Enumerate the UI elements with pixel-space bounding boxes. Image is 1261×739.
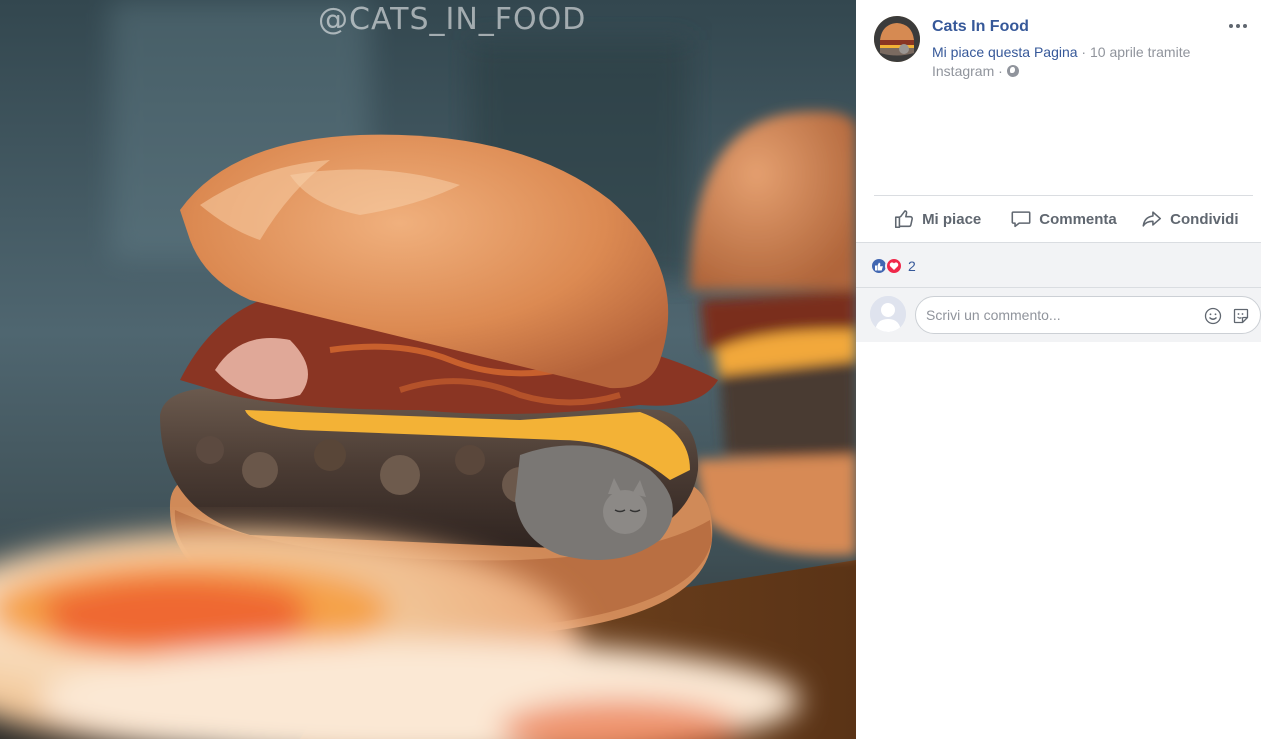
default-user-icon bbox=[870, 296, 906, 332]
meta-separator: · bbox=[994, 63, 1007, 79]
meta-separator: · bbox=[1077, 44, 1090, 60]
user-avatar bbox=[870, 296, 906, 332]
globe-icon[interactable] bbox=[1006, 65, 1019, 77]
comment-composer[interactable] bbox=[915, 296, 1261, 334]
reactions-and-comments: 2 bbox=[856, 242, 1261, 342]
page-avatar[interactable] bbox=[874, 16, 920, 62]
share-button-label: Condividi bbox=[1170, 210, 1239, 228]
ellipsis-icon[interactable] bbox=[1227, 16, 1249, 36]
photo-watermark: @CATS_IN_FOOD bbox=[318, 2, 587, 37]
comment-button-label: Commenta bbox=[1039, 210, 1117, 228]
thumbs-up-icon bbox=[895, 210, 914, 229]
post-date[interactable]: 10 aprile tramite bbox=[1090, 44, 1190, 60]
emoji-icon[interactable] bbox=[1204, 307, 1222, 325]
post-actions-bar: Mi piace Commenta Condividi bbox=[874, 196, 1253, 242]
page-name-link[interactable]: Cats In Food bbox=[932, 18, 1029, 36]
post-side-panel: Cats In Food Mi piace questa Pagina · 10… bbox=[856, 0, 1261, 739]
comment-input[interactable] bbox=[926, 305, 1196, 325]
like-button-label: Mi piace bbox=[922, 210, 982, 228]
sticker-icon[interactable] bbox=[1232, 307, 1250, 325]
love-reaction-icon bbox=[885, 257, 903, 275]
share-button[interactable]: Condividi bbox=[1127, 196, 1253, 242]
like-page-link[interactable]: Mi piace questa Pagina bbox=[932, 44, 1078, 60]
comments-divider bbox=[856, 287, 1261, 288]
post-meta: Mi piace questa Pagina · 10 aprile trami… bbox=[932, 43, 1232, 81]
burger-photo-image bbox=[0, 0, 856, 739]
comment-bubble-icon bbox=[1011, 211, 1031, 228]
share-arrow-icon bbox=[1142, 211, 1162, 227]
post-photo[interactable]: @CATS_IN_FOOD bbox=[0, 0, 856, 739]
comment-button[interactable]: Commenta bbox=[1000, 196, 1126, 242]
post-source[interactable]: Instagram bbox=[932, 63, 994, 79]
reaction-count[interactable]: 2 bbox=[908, 258, 916, 274]
like-button[interactable]: Mi piace bbox=[874, 196, 1000, 242]
facebook-photo-viewer: @CATS_IN_FOOD Cats In Food Mi piace ques… bbox=[0, 0, 1261, 739]
reactions-summary[interactable]: 2 bbox=[870, 256, 916, 276]
page-avatar-image bbox=[874, 16, 920, 62]
